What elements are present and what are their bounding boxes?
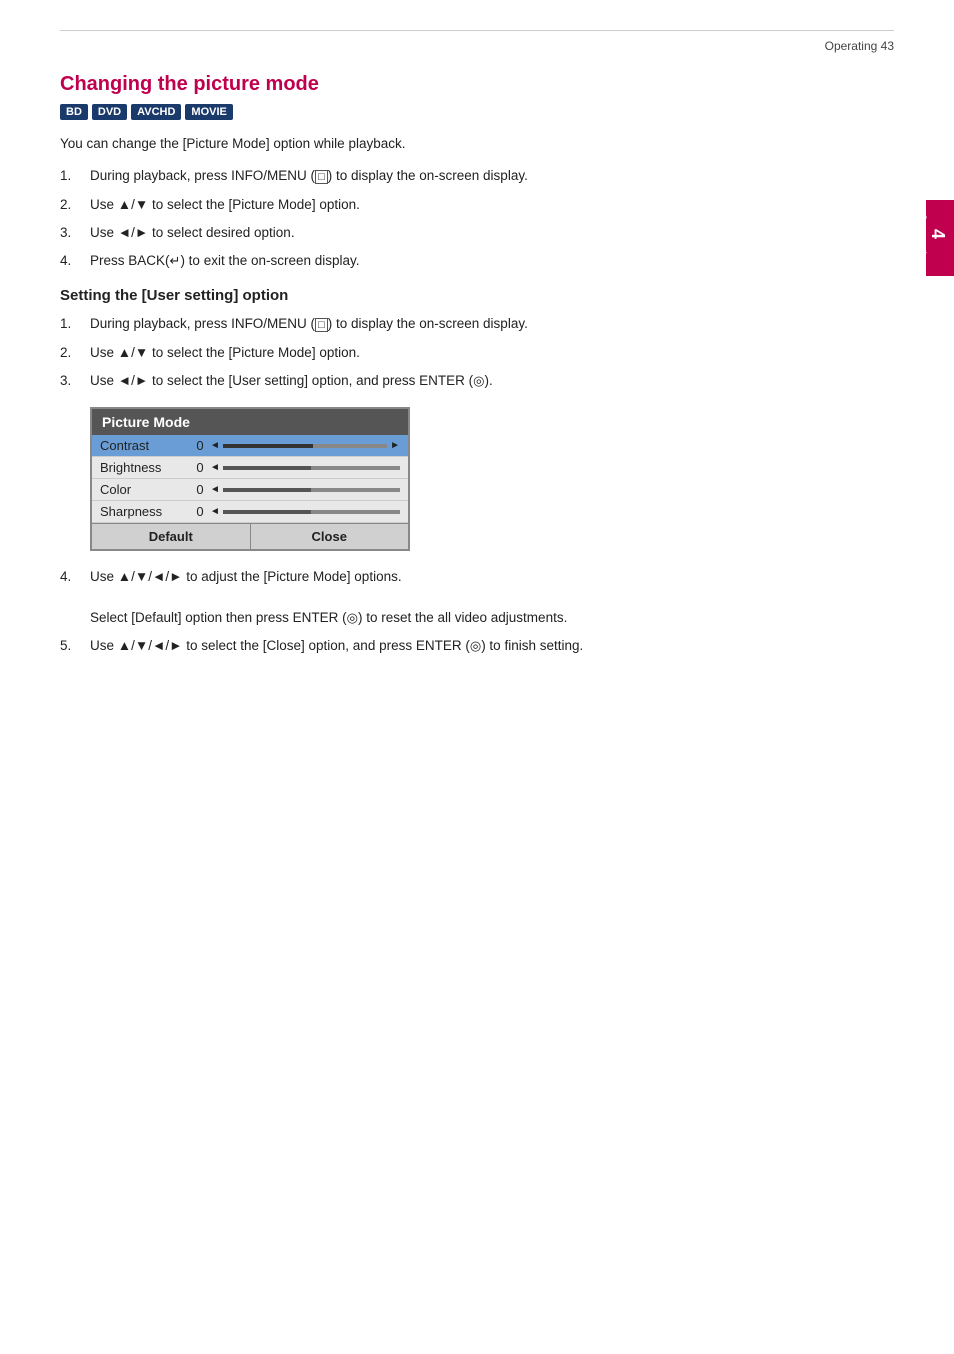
intro-text: You can change the [Picture Mode] option…	[60, 134, 894, 154]
step-text: During playback, press INFO/MENU (□) to …	[90, 166, 528, 186]
sub-section-title: Setting the [User setting] option	[60, 287, 894, 304]
list-item: 3. Use ◄/► to select the [User setting] …	[60, 371, 894, 391]
top-rule	[60, 30, 894, 31]
sharpness-label: Sharpness	[100, 504, 190, 519]
step-num: 3.	[60, 223, 82, 243]
list-item: 4. Use ▲/▼/◄/► to adjust the [Picture Mo…	[60, 567, 894, 628]
step-num: 1.	[60, 314, 82, 334]
right-arrow-icon: ►	[390, 440, 400, 451]
left-arrow-icon: ◄	[210, 506, 220, 517]
step-text: Use ▲/▼ to select the [Picture Mode] opt…	[90, 343, 360, 363]
step-text: Use ▲/▼/◄/► to adjust the [Picture Mode]…	[90, 569, 402, 584]
step-text: During playback, press INFO/MENU (□) to …	[90, 314, 528, 334]
list-item: 1. During playback, press INFO/MENU (□) …	[60, 166, 894, 186]
step-num: 5.	[60, 636, 82, 656]
sharpness-value: 0	[190, 504, 210, 519]
badge-avchd: AVCHD	[131, 104, 181, 120]
step-num: 2.	[60, 343, 82, 363]
slider-track	[223, 444, 387, 448]
dialog-row-color: Color 0 ◄	[92, 479, 408, 501]
step-text: Use ▲/▼/◄/► to select the [Close] option…	[90, 636, 583, 656]
sharpness-slider: ◄	[210, 506, 400, 517]
dialog-footer: Default Close	[92, 523, 408, 549]
badge-movie: MOVIE	[185, 104, 232, 120]
badge-dvd: DVD	[92, 104, 127, 120]
dialog-title: Picture Mode	[92, 409, 408, 435]
step-sub-text: Select [Default] option then press ENTER…	[90, 610, 567, 625]
step-num: 4.	[60, 251, 82, 271]
picture-mode-dialog: Picture Mode Contrast 0 ◄ ► Brightness 0…	[90, 407, 410, 551]
slider-track	[223, 466, 400, 470]
step-num: 3.	[60, 371, 82, 391]
step-num: 1.	[60, 166, 82, 186]
brightness-slider: ◄	[210, 462, 400, 473]
list-item: 1. During playback, press INFO/MENU (□) …	[60, 314, 894, 334]
color-value: 0	[190, 482, 210, 497]
format-badges: BD DVD AVCHD MOVIE	[60, 104, 894, 120]
list-item: 2. Use ▲/▼ to select the [Picture Mode] …	[60, 195, 894, 215]
badge-bd: BD	[60, 104, 88, 120]
steps-list: 1. During playback, press INFO/MENU (□) …	[60, 166, 894, 271]
section-title: Changing the picture mode	[60, 73, 894, 96]
left-arrow-icon: ◄	[210, 440, 220, 451]
sub-steps-list: 1. During playback, press INFO/MENU (□) …	[60, 314, 894, 391]
page-header: Operating 43	[60, 39, 894, 53]
slider-track	[223, 510, 400, 514]
list-item: 5. Use ▲/▼/◄/► to select the [Close] opt…	[60, 636, 894, 656]
step-text: Press BACK(↵) to exit the on-screen disp…	[90, 251, 360, 271]
side-tab: 4 Operating	[926, 200, 954, 276]
step-text: Use ◄/► to select the [User setting] opt…	[90, 371, 493, 391]
dialog-row-sharpness: Sharpness 0 ◄	[92, 501, 408, 523]
default-button[interactable]: Default	[92, 524, 251, 549]
dialog-row-contrast: Contrast 0 ◄ ►	[92, 435, 408, 457]
close-button[interactable]: Close	[251, 524, 409, 549]
color-label: Color	[100, 482, 190, 497]
left-arrow-icon: ◄	[210, 462, 220, 473]
dialog-row-brightness: Brightness 0 ◄	[92, 457, 408, 479]
contrast-label: Contrast	[100, 438, 190, 453]
page-container: Operating 43 4 Operating Changing the pi…	[0, 0, 954, 712]
color-slider: ◄	[210, 484, 400, 495]
list-item: 3. Use ◄/► to select desired option.	[60, 223, 894, 243]
after-dialog-steps: 4. Use ▲/▼/◄/► to adjust the [Picture Mo…	[60, 567, 894, 656]
step-num: 4.	[60, 567, 82, 628]
step-content: Use ▲/▼/◄/► to adjust the [Picture Mode]…	[90, 567, 567, 628]
step-text: Use ◄/► to select desired option.	[90, 223, 295, 243]
left-arrow-icon: ◄	[210, 484, 220, 495]
step-num: 2.	[60, 195, 82, 215]
list-item: 2. Use ▲/▼ to select the [Picture Mode] …	[60, 343, 894, 363]
contrast-slider: ◄ ►	[210, 440, 400, 451]
contrast-value: 0	[190, 438, 210, 453]
brightness-label: Brightness	[100, 460, 190, 475]
slider-track	[223, 488, 400, 492]
side-tab-label: Operating	[915, 214, 927, 262]
brightness-value: 0	[190, 460, 210, 475]
list-item: 4. Press BACK(↵) to exit the on-screen d…	[60, 251, 894, 271]
step-text: Use ▲/▼ to select the [Picture Mode] opt…	[90, 195, 360, 215]
page-number: Operating 43	[825, 39, 894, 53]
side-tab-number: 4	[927, 229, 948, 239]
